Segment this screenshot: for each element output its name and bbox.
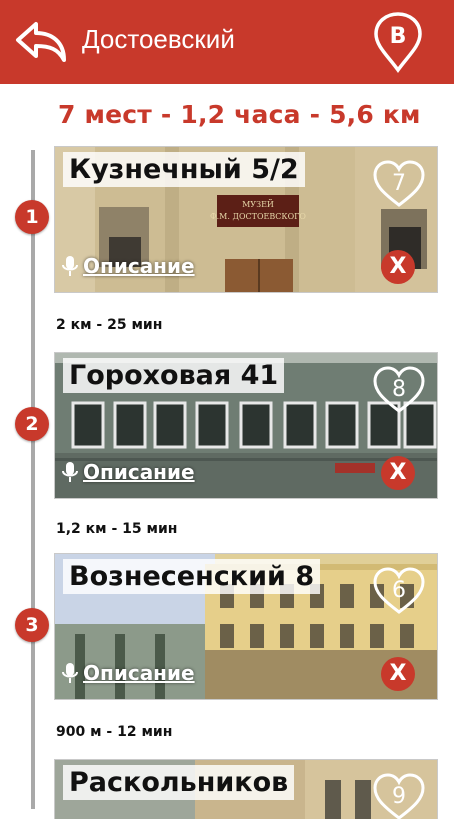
like-count: 9 bbox=[392, 784, 406, 809]
map-pin-b-icon: B bbox=[374, 12, 422, 74]
back-button[interactable] bbox=[14, 20, 68, 64]
microphone-icon bbox=[62, 462, 78, 482]
like-button[interactable]: 7 bbox=[371, 159, 427, 209]
microphone-icon bbox=[62, 256, 78, 276]
description-label: Описание bbox=[83, 254, 195, 278]
remove-button[interactable]: X bbox=[381, 657, 415, 691]
svg-text:МУЗЕЙ: МУЗЕЙ bbox=[242, 200, 274, 209]
place-card[interactable]: Вознесенский 8 6 Описание X bbox=[54, 553, 438, 700]
svg-text:Ф.М. ДОСТОЕВСКОГО: Ф.М. ДОСТОЕВСКОГО bbox=[210, 212, 306, 221]
svg-text:B: B bbox=[390, 24, 407, 49]
step-marker-2: 2 bbox=[15, 407, 49, 441]
route-summary: 7 мест - 1,2 часа - 5,6 км bbox=[58, 100, 421, 129]
place-card[interactable]: Раскольников 9 bbox=[54, 759, 438, 819]
microphone-icon bbox=[62, 663, 78, 683]
place-title: Кузнечный 5/2 bbox=[63, 152, 305, 187]
back-arrow-icon bbox=[16, 22, 66, 62]
description-link[interactable]: Описание bbox=[61, 254, 195, 278]
header-title: Достоевский bbox=[82, 24, 235, 54]
app-header: Достоевский B bbox=[0, 0, 454, 84]
step-marker-1: 1 bbox=[15, 200, 49, 234]
like-count: 6 bbox=[392, 578, 406, 603]
like-count: 7 bbox=[392, 171, 406, 196]
remove-button[interactable]: X bbox=[381, 456, 415, 490]
place-title: Вознесенский 8 bbox=[63, 559, 321, 594]
segment-distance: 1,2 км - 15 мин bbox=[56, 521, 178, 537]
like-count: 8 bbox=[392, 377, 406, 402]
remove-button[interactable]: X bbox=[381, 250, 415, 284]
like-button[interactable]: 8 bbox=[371, 365, 427, 415]
description-label: Описание bbox=[83, 661, 195, 685]
map-pin-button[interactable]: B bbox=[370, 12, 426, 74]
timeline-line bbox=[31, 150, 35, 809]
place-card[interactable]: МУЗЕЙ Ф.М. ДОСТОЕВСКОГО Кузнечный 5/2 7 … bbox=[54, 146, 438, 293]
description-label: Описание bbox=[83, 460, 195, 484]
description-link[interactable]: Описание bbox=[61, 460, 195, 484]
segment-distance: 900 м - 12 мин bbox=[56, 724, 173, 740]
step-marker-3: 3 bbox=[15, 608, 49, 642]
like-button[interactable]: 6 bbox=[371, 566, 427, 616]
place-title: Раскольников bbox=[63, 765, 295, 800]
place-title: Гороховая 41 bbox=[63, 358, 285, 393]
description-link[interactable]: Описание bbox=[61, 661, 195, 685]
place-card[interactable]: Гороховая 41 8 Описание X bbox=[54, 352, 438, 499]
segment-distance: 2 км - 25 мин bbox=[56, 317, 163, 333]
like-button[interactable]: 9 bbox=[371, 772, 427, 819]
